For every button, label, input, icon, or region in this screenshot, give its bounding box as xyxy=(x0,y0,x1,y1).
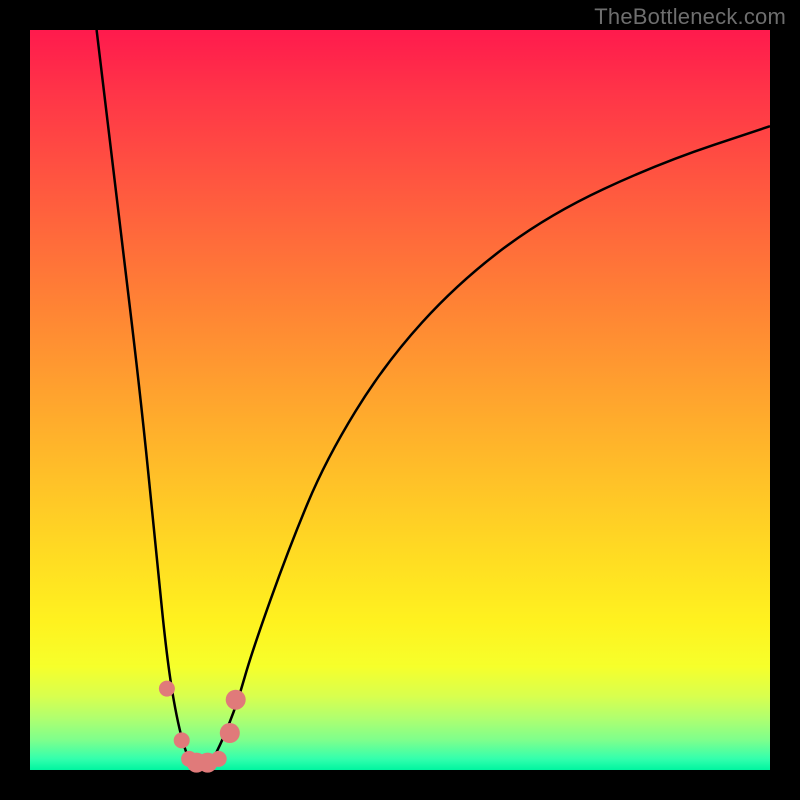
data-marker xyxy=(159,681,175,697)
data-marker xyxy=(220,723,240,743)
bottleneck-curve xyxy=(97,30,770,768)
data-marker xyxy=(226,690,246,710)
watermark-text: TheBottleneck.com xyxy=(594,4,786,30)
data-marker xyxy=(174,732,190,748)
chart-frame: TheBottleneck.com xyxy=(0,0,800,800)
data-marker xyxy=(211,751,227,767)
curve-layer xyxy=(0,0,800,800)
